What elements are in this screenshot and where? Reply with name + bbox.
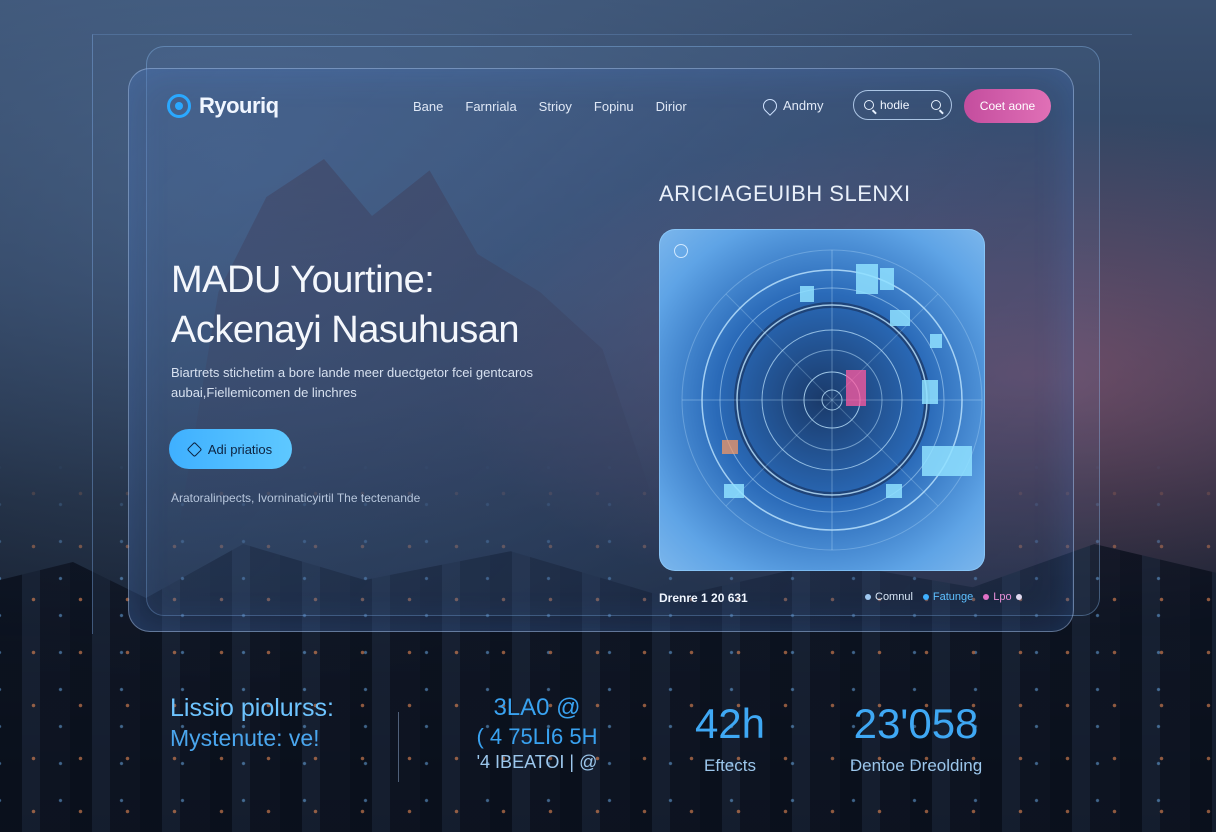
stat2-label: Eftects [704,756,756,775]
stat-block-3: 23'058 Dentoe Dreolding [826,700,1006,776]
viz-footer-label: Drenre 1 20 631 [659,591,748,605]
hero-button-label: Adi priatios [207,441,273,457]
stat2-value: 42h [694,700,766,747]
hero-note: Aratoralinpects, Ivorninaticyirtil The t… [171,491,421,505]
legend-trailing-dot-icon [1015,594,1022,600]
legend-dot-icon [865,594,871,600]
search-icon [864,100,874,110]
account-link[interactable]: Andmy [760,95,824,116]
main-nav: Bane Farnriala Strioy Fopinu Dirior [413,99,687,114]
viz-badge-icon [674,244,688,258]
account-label: Andmy [783,98,824,113]
stat1-line1: 3LA0 @ [493,694,581,721]
stat-block-1: 3LA0 @ ( 4 75LI6 5H '4 IBEATOI | @ [452,694,622,773]
nav-item-1[interactable]: Bane [413,99,443,114]
stats-intro-line2: Mystenute: ve! [170,725,320,751]
legend-item-3[interactable]: Lpo [983,591,1022,603]
hero-description: Biartrets stichetim a bore lande meer du… [171,365,534,400]
legend-item-1[interactable]: Comnul [865,591,913,603]
stat3-label: Dentoe Dreolding [849,756,983,775]
radial-visualization[interactable] [659,229,985,571]
stat-block-2: 42h Eftects [660,700,800,776]
search-input[interactable]: hodie [853,90,952,120]
main-panel: Ryouriq Bane Farnriala Strioy Fopinu Dir… [128,68,1074,632]
stat3-value: 23'058 [853,700,979,747]
stats-intro-line1: Lissio piolurss: [170,694,334,722]
logo-icon [167,94,191,118]
search-submit-icon[interactable] [931,100,941,110]
stats-intro: Lissio piolurss: Mystenute: ve! [170,694,334,752]
stat1-line3: '4 IBEATOI | @ [476,752,598,772]
stats-divider [398,712,399,782]
hero-title-line1: MADU Yourtine: [171,259,435,301]
nav-item-2[interactable]: Farnriala [465,99,516,114]
hero-title-line2: Ackenayi Nasuhusan [171,309,520,351]
nav-item-5[interactable]: Dirior [656,99,687,114]
nav-item-4[interactable]: Fopinu [594,99,634,114]
hero-title: MADU Yourtine: Ackenayi Nasuhusan [171,255,520,355]
stat1-line2: ( 4 75LI6 5H [476,724,598,749]
viz-legend: Comnul Fatunge Lpo [865,591,1022,603]
hero-button[interactable]: Adi priatios [169,429,292,469]
radial-hud-graphic [681,249,983,551]
section-title: ARICIAGEUIBH SLENXI [659,181,911,206]
nav-item-3[interactable]: Strioy [539,99,572,114]
brand-logo[interactable]: Ryouriq [167,93,279,119]
legend-dot-icon [922,594,929,600]
pen-icon [186,441,203,457]
legend-dot-icon [983,594,990,600]
header-cta-button[interactable]: Coet aone [964,89,1051,123]
location-icon [760,95,780,116]
legend-item-2[interactable]: Fatunge [922,591,973,603]
search-placeholder: hodie [880,98,910,112]
brand-name: Ryouriq [199,93,279,118]
